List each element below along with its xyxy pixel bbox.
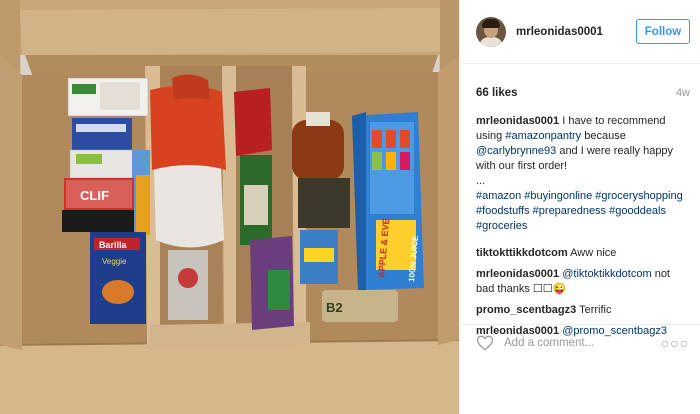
post-photo[interactable]: CLIF Barilla Veggie B2 APPLE & EVE 100% … [0, 0, 459, 414]
mention-link[interactable]: @carlybrynne93 [476, 145, 556, 157]
post-side-panel: mrleonidas0001 Follow 66 likes 4w mrleon… [459, 0, 700, 414]
likes-count[interactable]: 66 likes [476, 87, 518, 99]
caption-ellipsis: ... [476, 175, 486, 187]
b2-label: B2 [326, 300, 343, 315]
veggie-label: Veggie [102, 257, 127, 266]
mention-link[interactable]: @tiktoktikkdotcom [562, 268, 651, 280]
comment-item: tiktokttikkdotcom Aww nice [476, 246, 690, 261]
add-comment-bar: ○○○ [460, 324, 700, 361]
heart-icon[interactable] [476, 334, 494, 352]
add-comment-input[interactable] [504, 337, 661, 349]
post-header: mrleonidas0001 Follow [460, 0, 700, 64]
more-options-icon[interactable]: ○○○ [661, 335, 689, 351]
barilla-label: Barilla [99, 240, 128, 250]
post-age[interactable]: 4w [676, 87, 690, 99]
post-meta: 66 likes 4w [460, 64, 700, 108]
caption-hashtags[interactable]: #amazon #buyingonline #groceryshopping #… [476, 189, 690, 234]
comment-username[interactable]: promo_scentbagz3 [476, 304, 576, 316]
caption-username[interactable]: mrleonidas0001 [476, 115, 559, 127]
avatar[interactable] [476, 16, 506, 47]
comment-text: Aww nice [567, 247, 617, 259]
comment-text: Terrific [576, 304, 612, 316]
follow-button[interactable]: Follow [636, 19, 690, 44]
comment-item: promo_scentbagz3 Terrific [476, 303, 690, 318]
post-username[interactable]: mrleonidas0001 [516, 26, 636, 38]
hashtag-link[interactable]: #amazonpantry [505, 130, 581, 142]
comment-item: mrleonidas0001 @tiktoktikkdotcom not bad… [476, 267, 690, 297]
photo-box-of-groceries: CLIF Barilla Veggie B2 APPLE & EVE 100% … [0, 0, 459, 414]
clif-bar-label: CLIF [80, 188, 109, 203]
post-caption: mrleonidas0001 I have to recommend using… [476, 114, 690, 234]
comment-username[interactable]: mrleonidas0001 [476, 268, 559, 280]
comment-username[interactable]: tiktokttikkdotcom [476, 247, 568, 259]
